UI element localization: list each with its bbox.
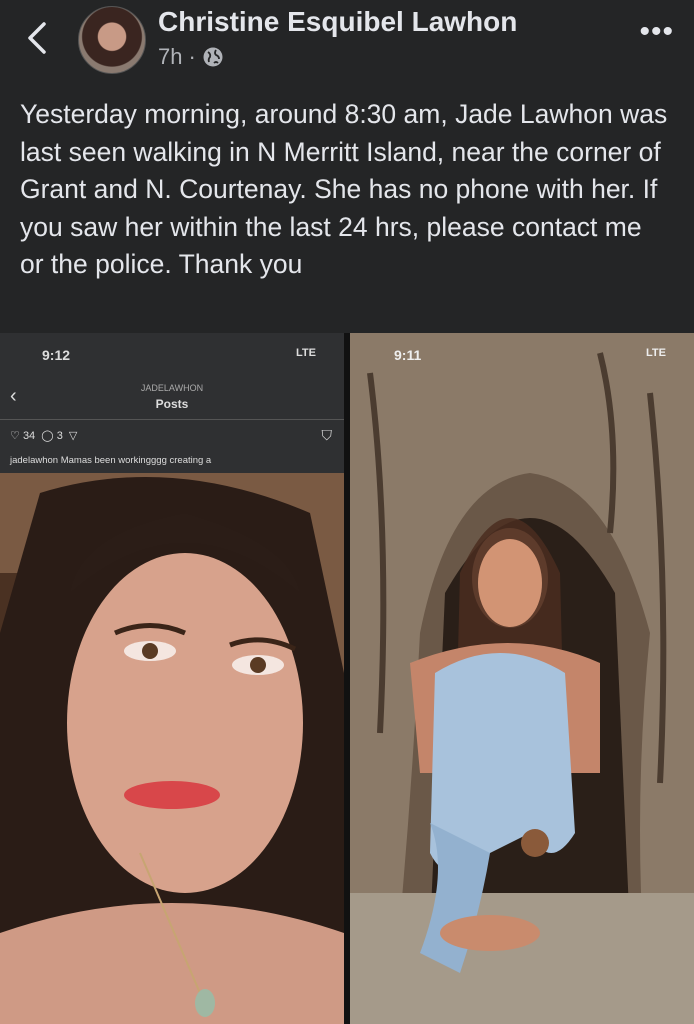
photo-right[interactable]: 9:11 LTE	[350, 333, 694, 1024]
status-time: 9:12	[42, 347, 71, 363]
bookmark-icon: ⛉	[321, 427, 333, 443]
globe-icon	[203, 47, 223, 67]
author-name[interactable]: Christine Esquibel Lawhon	[158, 6, 517, 38]
status-network: LTE	[296, 347, 316, 359]
share-icon: ▽	[65, 430, 78, 442]
status-time: 9:11	[394, 347, 422, 363]
heart-icon: ♡	[10, 430, 20, 442]
comment-icon: ◯	[38, 430, 54, 442]
ig-caption-text: jadelawhon Mamas been workingggg	[10, 455, 167, 466]
avatar[interactable]	[78, 6, 146, 74]
ig-title: Posts	[155, 397, 189, 411]
ig-actions: ♡ 34 ◯ 3 ▽	[10, 429, 77, 442]
ig-username: JADELAWHON	[140, 383, 204, 393]
tree-photo	[350, 333, 694, 1024]
meta-separator: ·	[188, 44, 196, 69]
ig-caption: jadelawhon Mamas been workingggg creatin…	[10, 455, 211, 466]
post-time[interactable]: 7h	[158, 44, 182, 70]
comment-count: 3	[56, 430, 63, 442]
post-header: Christine Esquibel Lawhon 7h · •••	[0, 0, 694, 82]
status-network: LTE	[646, 347, 666, 359]
back-icon[interactable]	[22, 18, 54, 58]
post-meta: 7h ·	[158, 44, 224, 70]
ig-caption-tail: creating a	[169, 455, 212, 466]
more-options-button[interactable]: •••	[639, 17, 674, 47]
selfie-photo	[0, 473, 344, 1024]
instagram-header: 9:12 LTE ‹ JADELAWHON Posts ♡ 34 ◯ 3 ▽ ⛉…	[0, 333, 344, 473]
photo-left[interactable]: 9:12 LTE ‹ JADELAWHON Posts ♡ 34 ◯ 3 ▽ ⛉…	[0, 333, 344, 1024]
divider	[0, 419, 344, 420]
photo-grid: 9:12 LTE ‹ JADELAWHON Posts ♡ 34 ◯ 3 ▽ ⛉…	[0, 333, 694, 1024]
post-text: Yesterday morning, around 8:30 am, Jade …	[20, 99, 668, 279]
like-count: 34	[22, 430, 36, 442]
